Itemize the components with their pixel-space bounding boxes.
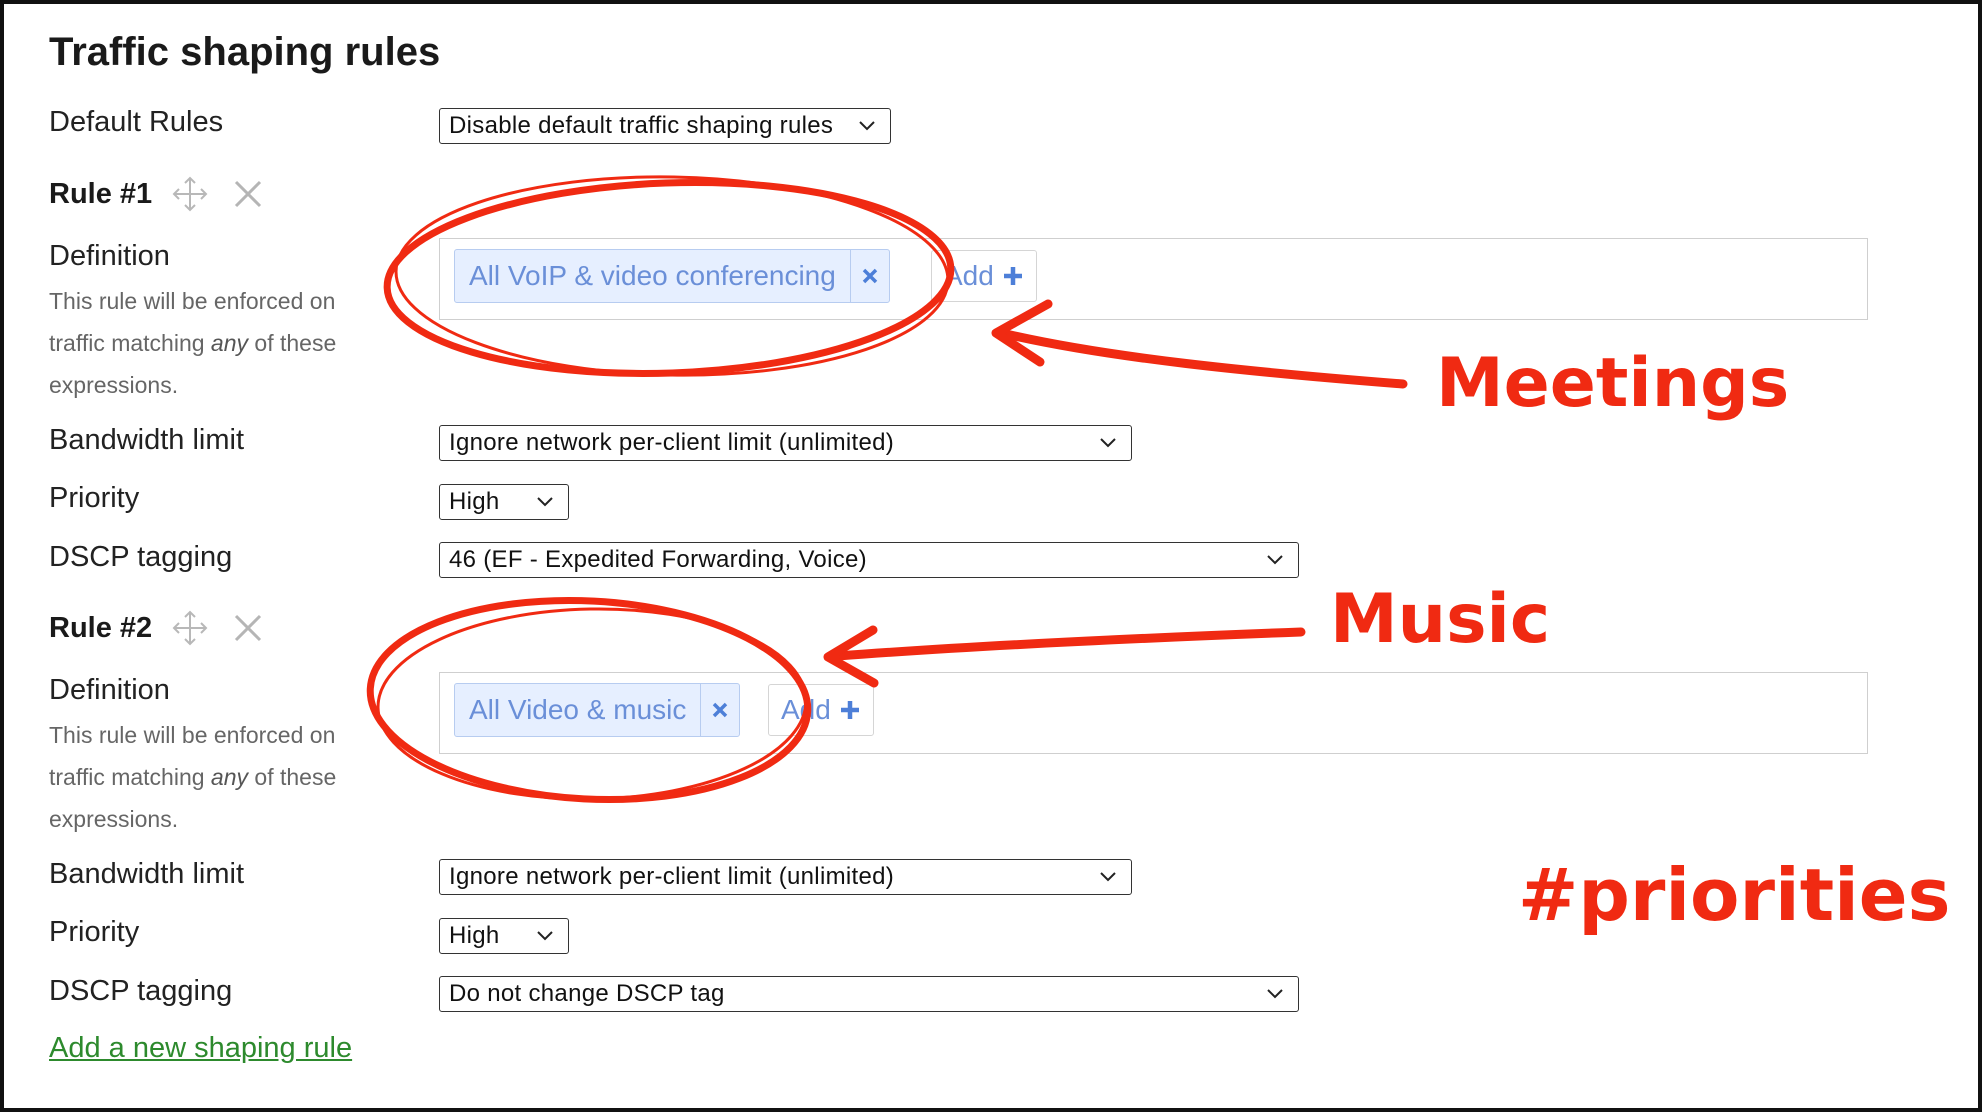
remove-tag-icon[interactable] — [700, 684, 739, 736]
rule-2-title: Rule #2 — [49, 611, 153, 644]
rule-2-tag-label: All Video & music — [469, 694, 687, 725]
page-title: Traffic shaping rules — [49, 30, 441, 74]
annotation-music: Music — [1330, 580, 1551, 659]
plus-icon — [840, 701, 859, 719]
default-rules-label: Default Rules — [49, 106, 224, 138]
rule-1-dscp-select[interactable]: 46 (EF - Expedited Forwarding, Voice) — [439, 542, 1299, 578]
rule-1-dscp-value: 46 (EF - Expedited Forwarding, Voice) — [449, 546, 867, 573]
delete-icon[interactable] — [228, 608, 268, 648]
rule-1-definition-label: Definition — [49, 240, 170, 272]
annotation-meetings: Meetings — [1436, 344, 1790, 423]
rule-2-priority-label: Priority — [49, 916, 140, 948]
rule-1-definition-help: This rule will be enforced on traffic ma… — [49, 280, 389, 406]
rule-1-add-button[interactable]: Add — [931, 250, 1037, 302]
rule-2-bandwidth-label: Bandwidth limit — [49, 858, 245, 890]
rule-2-dscp-value: Do not change DSCP tag — [449, 980, 725, 1007]
rule-2-definition-label: Definition — [49, 674, 170, 706]
rule-2-definition-box[interactable]: All Video & music Add — [439, 672, 1868, 754]
rule-2-add-label: Add — [781, 694, 831, 725]
rule-2-definition-help: This rule will be enforced on traffic ma… — [49, 714, 389, 840]
rule-1-add-label: Add — [944, 260, 994, 291]
move-icon[interactable] — [170, 608, 210, 648]
rule-1-help-emphasis: any — [210, 330, 249, 356]
rule-2-bandwidth-select[interactable]: Ignore network per-client limit (unlimit… — [439, 859, 1132, 895]
rule-1-dscp-label: DSCP tagging — [49, 541, 233, 573]
rule-1-priority-label: Priority — [49, 482, 140, 514]
default-rules-select[interactable]: Disable default traffic shaping rules — [439, 108, 891, 144]
rule-2-tag: All Video & music — [454, 683, 741, 737]
rule-1-header: Rule #1 — [49, 174, 286, 214]
annotation-priorities: #priorities — [1518, 853, 1951, 937]
remove-tag-icon[interactable] — [849, 250, 889, 302]
chevron-down-icon — [537, 497, 553, 507]
chevron-down-icon — [859, 121, 875, 131]
rule-2-dscp-select[interactable]: Do not change DSCP tag — [439, 976, 1299, 1012]
rule-2-priority-select[interactable]: High — [439, 918, 569, 954]
chevron-down-icon — [1100, 872, 1116, 882]
rule-2-help-emphasis: any — [210, 764, 249, 790]
rule-2-priority-value: High — [449, 922, 500, 949]
rule-1-tag: All VoIP & video conferencing — [454, 249, 890, 303]
rule-1-tag-label: All VoIP & video conferencing — [469, 260, 836, 291]
annotation-arrow-2 — [833, 627, 1306, 661]
rule-2-header: Rule #2 — [49, 608, 286, 648]
rule-1-bandwidth-value: Ignore network per-client limit (unlimit… — [449, 429, 895, 456]
chevron-down-icon — [1100, 438, 1116, 448]
rule-1-bandwidth-label: Bandwidth limit — [49, 424, 245, 456]
rule-2-bandwidth-value: Ignore network per-client limit (unlimit… — [449, 863, 895, 890]
rule-1-definition-box[interactable]: All VoIP & video conferencing Add — [439, 238, 1868, 320]
rule-1-priority-select[interactable]: High — [439, 484, 569, 520]
chevron-down-icon — [1267, 555, 1283, 565]
annotation-arrow-1 — [1001, 329, 1408, 389]
add-shaping-rule-link[interactable]: Add a new shaping rule — [49, 1032, 352, 1065]
delete-icon[interactable] — [228, 174, 268, 214]
rule-1-bandwidth-select[interactable]: Ignore network per-client limit (unlimit… — [439, 425, 1132, 461]
plus-icon — [1003, 267, 1022, 285]
rule-2-dscp-label: DSCP tagging — [49, 975, 233, 1007]
default-rules-value: Disable default traffic shaping rules — [449, 112, 834, 139]
rule-1-title: Rule #1 — [49, 177, 153, 210]
move-icon[interactable] — [170, 174, 210, 214]
rule-1-priority-value: High — [449, 488, 500, 515]
chevron-down-icon — [537, 931, 553, 941]
rule-2-add-button[interactable]: Add — [768, 684, 874, 736]
chevron-down-icon — [1267, 989, 1283, 999]
